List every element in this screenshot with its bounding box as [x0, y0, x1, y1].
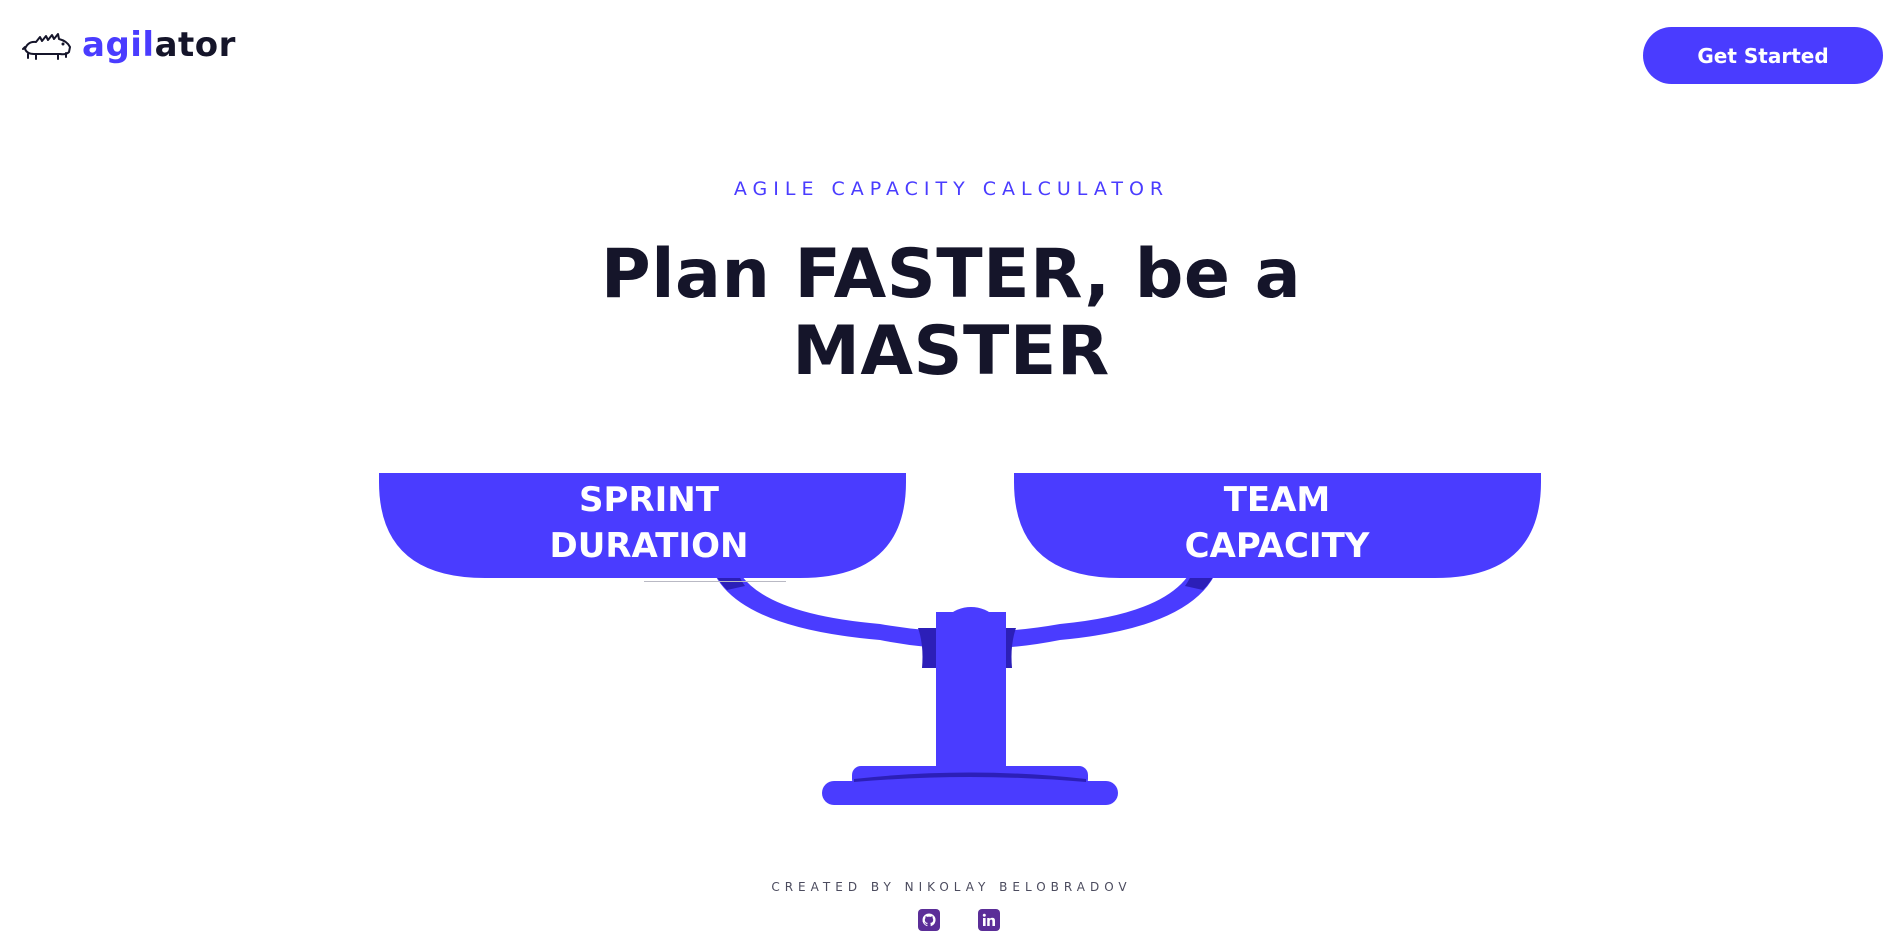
scale-arm-shadow-center	[918, 628, 1016, 668]
hero-headline: Plan FASTER, be a MASTER	[551, 236, 1351, 390]
brand-name-accent: agil	[82, 25, 155, 65]
brand-name: agilator	[82, 25, 236, 65]
sprint-duration-line1: SPRINT	[579, 480, 719, 520]
scale-pillar	[936, 612, 1006, 772]
team-capacity-line2: CAPACITY	[1184, 526, 1370, 566]
active-underline	[644, 581, 786, 582]
linkedin-icon	[982, 913, 995, 926]
get-started-button[interactable]: Get Started	[1643, 27, 1883, 84]
site-header: agilator Get Started	[0, 0, 1903, 100]
scale-base-upper	[852, 766, 1088, 788]
sprint-duration-label[interactable]: SPRINT DURATION	[519, 477, 779, 569]
scale-base-lower	[822, 781, 1118, 805]
footer-credit: CREATED BY NIKOLAY BELOBRADOV	[771, 880, 1132, 894]
scale-pivot	[936, 607, 1006, 677]
brand-name-rest: ator	[154, 25, 236, 65]
github-icon	[922, 913, 936, 927]
team-capacity-label[interactable]: TEAM CAPACITY	[1147, 477, 1407, 569]
team-capacity-line1: TEAM	[1223, 480, 1331, 520]
hero-headline-line2: MASTER	[792, 312, 1110, 391]
scale-base-shadow	[854, 772, 1086, 782]
balance-scale-illustration	[379, 473, 1541, 805]
crocodile-icon	[22, 33, 71, 60]
sprint-duration-line2: DURATION	[549, 526, 749, 566]
linkedin-link[interactable]	[978, 909, 1000, 931]
hero-eyebrow: AGILE CAPACITY CALCULATOR	[733, 178, 1170, 200]
logo-link[interactable]: agilator	[22, 20, 236, 70]
github-link[interactable]	[918, 909, 940, 931]
hero-headline-line1: Plan FASTER, be a	[600, 235, 1302, 314]
